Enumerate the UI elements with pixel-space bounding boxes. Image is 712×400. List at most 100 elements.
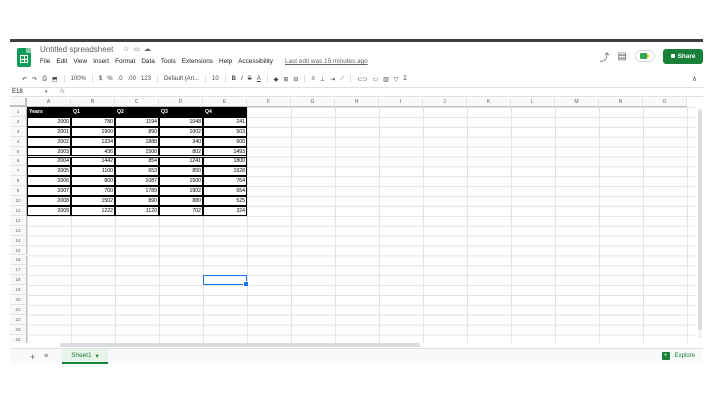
print-icon[interactable]: ⎙: [42, 76, 47, 83]
activity-trend-icon[interactable]: ⤴: [600, 49, 610, 64]
row-header-10[interactable]: 10: [10, 196, 27, 206]
doc-title[interactable]: Untitled spreadsheet: [40, 45, 113, 54]
zoom-select[interactable]: 100%: [71, 76, 86, 82]
text-wrap-icon[interactable]: ⇥: [330, 76, 335, 83]
sheets-logo-icon[interactable]: [17, 48, 31, 67]
add-sheet-button[interactable]: +: [30, 352, 35, 362]
fill-color-icon[interactable]: ◆: [274, 76, 279, 83]
column-header-i[interactable]: I: [379, 98, 423, 107]
insert-chart-icon[interactable]: ▥: [383, 76, 389, 83]
row-header-8[interactable]: 8: [10, 176, 27, 187]
font-size-select[interactable]: 10: [212, 76, 219, 82]
row-header-4[interactable]: 4: [10, 136, 27, 147]
redo-icon[interactable]: ↷: [32, 76, 37, 83]
star-icon[interactable]: ☆: [123, 46, 133, 53]
menu-item-accessibility[interactable]: Accessibility: [238, 58, 273, 65]
increase-decimal-button[interactable]: .00: [128, 76, 136, 82]
all-sheets-button[interactable]: ≡: [44, 352, 48, 362]
chevron-down-icon[interactable]: ▾: [96, 352, 99, 360]
comments-icon[interactable]: ▤: [618, 51, 627, 62]
row-header-14[interactable]: 14: [10, 235, 27, 246]
menu-item-tools[interactable]: Tools: [161, 58, 176, 65]
percent-button[interactable]: %: [107, 76, 112, 82]
row-header-12[interactable]: 12: [10, 215, 27, 226]
menu-item-format[interactable]: Format: [115, 58, 135, 65]
selected-cell[interactable]: [203, 275, 249, 288]
undo-icon[interactable]: ↶: [22, 76, 27, 83]
column-header-b[interactable]: B: [71, 98, 115, 107]
select-all-corner[interactable]: [10, 98, 27, 107]
merge-cells-icon[interactable]: ⊟: [293, 76, 298, 83]
share-button[interactable]: Share: [663, 48, 703, 64]
row-header-22[interactable]: 22: [10, 314, 27, 325]
column-header-l[interactable]: L: [511, 98, 555, 107]
row-header-5[interactable]: 5: [10, 146, 27, 157]
row-header-21[interactable]: 21: [10, 305, 27, 315]
column-header-c[interactable]: C: [115, 98, 159, 107]
chevron-down-icon[interactable]: ▾: [45, 89, 48, 95]
filter-icon[interactable]: ▽: [394, 76, 399, 83]
row-header-15[interactable]: 15: [10, 245, 27, 256]
row-header-3[interactable]: 3: [10, 126, 27, 137]
folder-icon[interactable]: ▭: [133, 46, 144, 53]
last-edit-link[interactable]: Last edit was 15 minutes ago: [285, 58, 368, 65]
row-header-6[interactable]: 6: [10, 156, 27, 167]
row-header-16[interactable]: 16: [10, 255, 27, 266]
row-header-17[interactable]: 17: [10, 265, 27, 276]
text-color-button[interactable]: A: [257, 76, 261, 82]
cloud-icon[interactable]: ☁: [144, 46, 155, 53]
insert-link-icon[interactable]: ⊂⊃: [357, 76, 367, 83]
row-header-18[interactable]: 18: [10, 275, 27, 286]
row-header-1[interactable]: 1: [10, 107, 27, 117]
horizontal-scrollbar[interactable]: [60, 343, 420, 347]
column-header-m[interactable]: M: [555, 98, 599, 107]
bold-button[interactable]: B: [232, 76, 236, 82]
meet-icon[interactable]: [635, 50, 655, 62]
menu-item-extensions[interactable]: Extensions: [182, 58, 213, 65]
strikethrough-button[interactable]: S: [248, 76, 252, 82]
column-header-a[interactable]: A: [27, 98, 71, 107]
functions-icon[interactable]: Σ: [403, 76, 407, 82]
sheet-grid[interactable]: A B C D E F G H I J K L M N O 1 2 3 4 5 6 7 8 9 10 11 12 13 14 15 16 17…: [10, 98, 695, 343]
row-header-11[interactable]: 11: [10, 206, 27, 216]
column-header-h[interactable]: H: [335, 98, 379, 107]
column-header-d[interactable]: D: [159, 98, 203, 107]
row-header-23[interactable]: 23: [10, 324, 27, 335]
italic-button[interactable]: I: [241, 76, 243, 82]
column-header-o[interactable]: O: [643, 98, 687, 107]
sheet-tab[interactable]: Sheet1 ▾: [62, 349, 108, 364]
menu-item-view[interactable]: View: [73, 58, 87, 65]
row-header-9[interactable]: 9: [10, 186, 27, 197]
menu-item-help[interactable]: Help: [219, 58, 232, 65]
insert-comment-icon[interactable]: ▭: [372, 76, 378, 83]
menu-item-insert[interactable]: Insert: [93, 58, 109, 65]
currency-button[interactable]: $: [99, 76, 102, 82]
number-format-select[interactable]: 123: [141, 76, 151, 82]
column-header-j[interactable]: J: [423, 98, 467, 107]
vertical-scrollbar[interactable]: [698, 108, 702, 338]
row-header-24[interactable]: 24: [10, 334, 27, 343]
borders-icon[interactable]: ⊞: [283, 76, 288, 83]
menu-item-data[interactable]: Data: [141, 58, 155, 65]
vertical-scroll-thumb[interactable]: [698, 110, 702, 330]
column-header-k[interactable]: K: [467, 98, 511, 107]
paint-format-icon[interactable]: ⬒: [52, 76, 58, 83]
column-header-e[interactable]: E: [203, 98, 247, 107]
explore-button[interactable]: + Explore: [661, 352, 695, 360]
row-header-20[interactable]: 20: [10, 295, 27, 305]
column-header-f[interactable]: F: [247, 98, 291, 107]
menu-item-file[interactable]: File: [40, 58, 50, 65]
horizontal-align-icon[interactable]: ≡: [311, 76, 315, 82]
vertical-align-icon[interactable]: ⊥: [320, 76, 325, 83]
column-header-n[interactable]: N: [599, 98, 643, 107]
decrease-decimal-button[interactable]: .0: [118, 76, 123, 82]
text-rotation-icon[interactable]: ⟋: [340, 76, 344, 83]
font-select[interactable]: Default (Ari...: [164, 76, 199, 82]
column-header-g[interactable]: G: [291, 98, 335, 107]
row-header-7[interactable]: 7: [10, 166, 27, 177]
row-header-19[interactable]: 19: [10, 285, 27, 296]
menu-item-edit[interactable]: Edit: [56, 58, 67, 65]
row-header-2[interactable]: 2: [10, 116, 27, 127]
row-header-13[interactable]: 13: [10, 225, 27, 236]
collapse-menu-icon[interactable]: ∧: [692, 75, 697, 83]
